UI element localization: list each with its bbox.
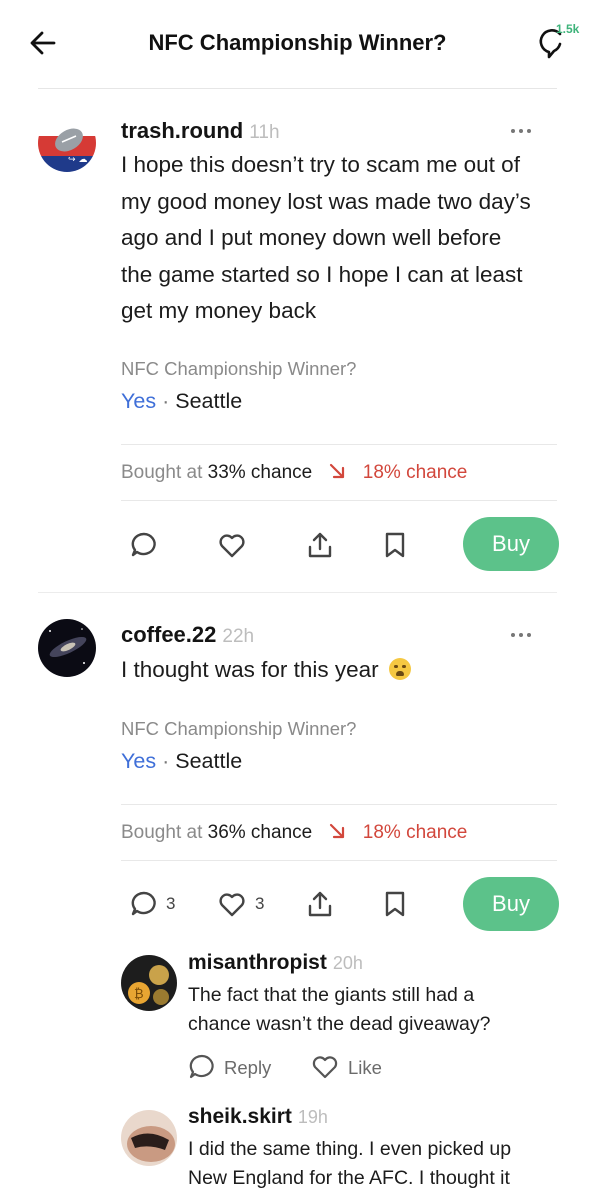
share-icon[interactable] [305, 889, 335, 919]
avatar[interactable] [38, 619, 96, 677]
avatar[interactable]: ₿ [121, 955, 177, 1011]
more-options-icon[interactable] [511, 631, 535, 639]
svg-text:↪ ☁: ↪ ☁ [68, 155, 87, 165]
post-time: 22h [222, 626, 255, 647]
divider [121, 804, 557, 805]
comment-icon[interactable] [129, 530, 159, 560]
reply-icon[interactable] [188, 1053, 216, 1081]
more-options-icon[interactable] [511, 127, 535, 135]
position-team: Seattle [175, 749, 243, 773]
reply-body: The fact that the giants still had a cha… [188, 984, 491, 1035]
comment-count-badge: 1.5k [556, 22, 580, 36]
bought-info: Bought at 36% chance 18% chance [121, 822, 468, 843]
divider [121, 444, 557, 445]
position-team: Seattle [175, 389, 243, 413]
heart-icon[interactable] [217, 530, 247, 560]
avatar[interactable]: ↪ ☁ [38, 114, 96, 172]
like-button[interactable]: Like [348, 1057, 382, 1079]
market-position: Yes · Seattle [121, 389, 243, 413]
comment-count: 3 [166, 894, 176, 913]
heart-icon[interactable] [311, 1053, 339, 1081]
market-question[interactable]: NFC Championship Winner? [121, 358, 356, 380]
page-title: NFC Championship Winner? [148, 30, 447, 55]
buy-button[interactable]: Buy [463, 517, 559, 571]
post-time: 11h [249, 122, 280, 143]
trend-down-icon [330, 463, 345, 479]
market-position: Yes · Seattle [121, 749, 243, 773]
divider [121, 500, 557, 501]
top-bar: NFC Championship Winner? 1.5k [0, 0, 595, 88]
share-icon[interactable] [305, 530, 335, 560]
bought-info: Bought at 33% chance 18% chance [121, 462, 468, 483]
reply-username[interactable]: misanthropist 20h [188, 951, 363, 975]
bookmark-icon[interactable] [380, 530, 410, 560]
bought-value: 33% chance [207, 462, 313, 483]
avatar[interactable] [121, 1110, 177, 1166]
header-divider [38, 88, 557, 89]
comment-icon[interactable] [129, 889, 159, 919]
trend-down-icon [330, 823, 345, 839]
divider [121, 860, 557, 861]
reply-body: I did the same thing. I even picked up N… [188, 1138, 512, 1189]
position-side: Yes [121, 749, 157, 773]
post-username[interactable]: trash.round 11h [121, 118, 280, 144]
buy-button[interactable]: Buy [463, 877, 559, 931]
heart-icon[interactable] [217, 889, 247, 919]
post-username[interactable]: coffee.22 22h [121, 622, 254, 648]
reply-button[interactable]: Reply [224, 1057, 271, 1079]
svg-text:₿: ₿ [134, 987, 144, 1002]
bought-value: 36% chance [207, 822, 313, 843]
post-body: I hope this doesn’t try to scam me out o… [121, 152, 531, 323]
like-count: 3 [255, 894, 265, 913]
current-value: 18% chance [362, 822, 468, 843]
post-divider [38, 592, 557, 593]
post-body: I thought was for this year [121, 652, 571, 689]
current-value: 18% chance [362, 462, 468, 483]
crying-face-emoji [388, 658, 411, 680]
reply-time: 20h [332, 953, 363, 973]
position-side: Yes [121, 389, 157, 413]
reply-username[interactable]: sheik.skirt 19h [188, 1105, 328, 1129]
market-question[interactable]: NFC Championship Winner? [121, 718, 356, 740]
bookmark-icon[interactable] [380, 889, 410, 919]
reply-time: 19h [297, 1107, 328, 1127]
